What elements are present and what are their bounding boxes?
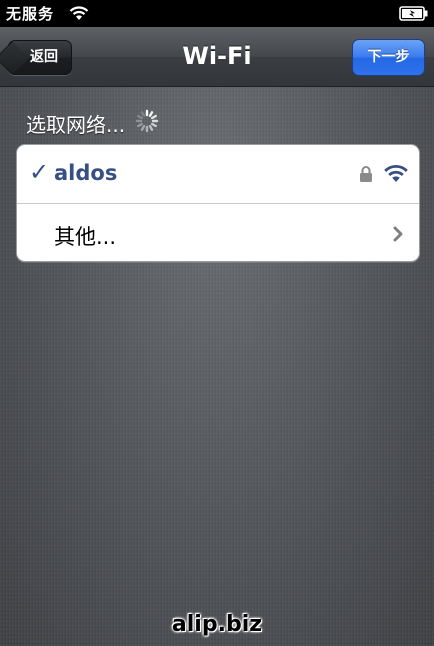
battery-charging-icon [399,6,429,25]
wifi-signal-icon [383,165,409,187]
navigation-bar: Wi-Fi 返回 下一步 [0,27,434,87]
carrier-label: 无服务 [6,5,55,23]
back-button[interactable]: 返回 [0,40,72,75]
status-bar: 无服务 [0,0,434,27]
back-button-label: 返回 [30,49,58,65]
section-header: 选取网络... [26,108,159,138]
chevron-right-icon [392,226,404,246]
checkmark-icon: ✓ [29,158,50,186]
wifi-setup-screen: 无服务 Wi-Fi 返回 下一步 选取网络... ✓ aldos 其他... a… [0,0,434,646]
activity-spinner-icon [135,109,159,138]
network-list: ✓ aldos 其他... [16,144,420,262]
wifi-icon [69,5,89,25]
lock-icon [359,165,373,187]
network-name: aldos [54,161,118,185]
other-network-label: 其他... [54,225,117,249]
network-row-aldos[interactable]: ✓ aldos [17,145,419,203]
choose-network-label: 选取网络... [26,112,126,137]
next-button[interactable]: 下一步 [352,39,425,76]
watermark: alip.biz [171,612,263,637]
other-network-row[interactable]: 其他... [17,203,419,261]
